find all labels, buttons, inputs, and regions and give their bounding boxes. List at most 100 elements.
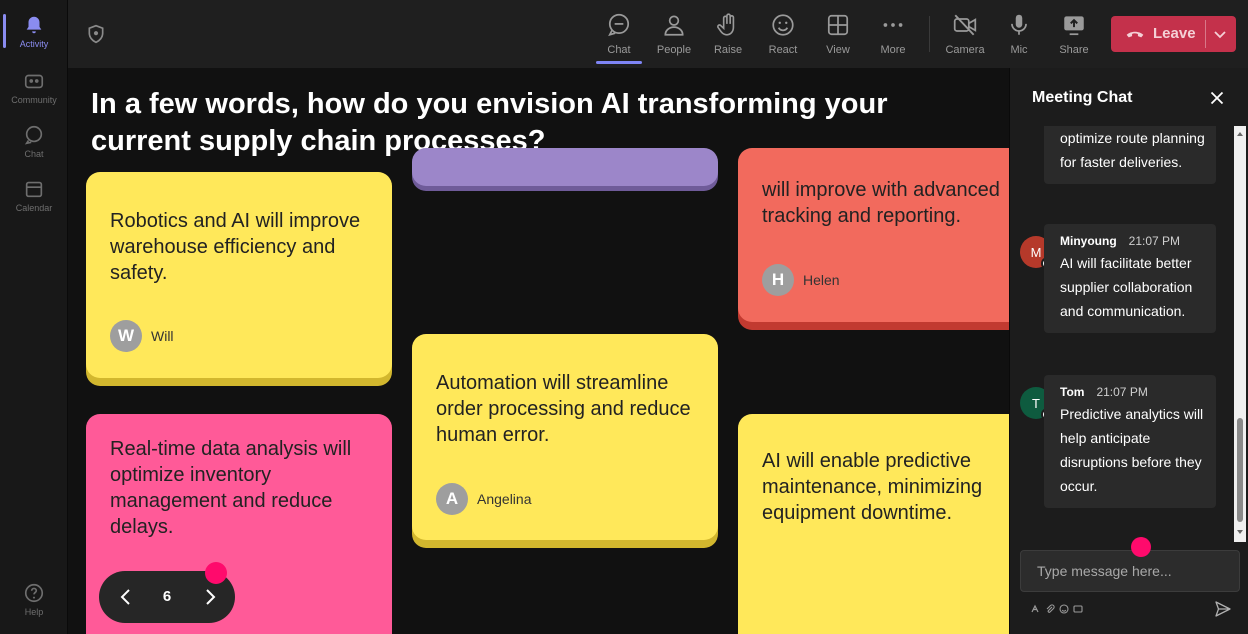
mic-button-label: Mic [1010, 44, 1028, 56]
phone-hangup-icon [1126, 31, 1144, 38]
message-time: 21:07 PM [1096, 385, 1148, 399]
rail-item-label: Help [24, 607, 44, 617]
attach-icon[interactable] [1045, 604, 1055, 614]
chat-button[interactable]: Chat [593, 10, 645, 64]
shield-icon[interactable] [86, 24, 106, 44]
hand-icon [717, 13, 735, 36]
note-author: H Helen [762, 264, 840, 296]
share-button[interactable]: Share [1048, 10, 1100, 64]
pointer-marker [1131, 537, 1151, 557]
sticky-note[interactable]: Automation will streamline order process… [412, 334, 718, 540]
note-text: Real-time data analysis will optimize in… [110, 438, 352, 538]
chat-message: Minyoung 21:07 PM AI will facilitate bett… [1044, 224, 1216, 333]
leave-divider [1205, 20, 1206, 48]
mic-button[interactable]: Mic [993, 10, 1045, 64]
note-author: A Angelina [436, 483, 532, 515]
chat-message-list[interactable]: optimize route planning for faster deliv… [1010, 126, 1234, 596]
emoji-icon[interactable] [1059, 604, 1069, 614]
community-icon [24, 74, 44, 89]
close-icon[interactable] [1209, 90, 1225, 106]
scroll-down-icon[interactable] [1236, 528, 1244, 536]
chevron-right-icon[interactable] [199, 586, 221, 608]
people-icon [664, 15, 684, 36]
camera-off-icon [953, 14, 977, 36]
note-author: W Will [110, 320, 174, 352]
help-icon [24, 583, 44, 603]
toolbar-divider [929, 16, 930, 52]
people-button-label: People [656, 44, 692, 56]
message-meta: Tom 21:07 PM [1060, 384, 1206, 400]
view-button-label: View [826, 44, 850, 56]
leave-button-label: Leave [1153, 25, 1196, 42]
bell-icon [26, 16, 42, 34]
share-button-label: Share [1059, 44, 1089, 56]
author-name: Will [151, 328, 174, 344]
chat-button-label: Chat [607, 44, 631, 56]
note-text: Automation will streamline order process… [436, 372, 691, 446]
chat-composer [1020, 550, 1240, 592]
leave-button[interactable]: Leave [1111, 16, 1236, 52]
sticky-note[interactable] [412, 148, 718, 186]
app-rail: Activity Community Chat Calendar Help [0, 0, 68, 634]
react-button[interactable]: React [757, 10, 809, 64]
message-input[interactable] [1021, 551, 1239, 591]
view-button[interactable]: View [812, 10, 864, 64]
raise-hand-button[interactable]: Raise [702, 10, 754, 64]
avatar: H [762, 264, 794, 296]
grid-icon [827, 14, 849, 36]
message-text: optimize route planning for faster deliv… [1060, 130, 1205, 170]
chat-scrollbar[interactable] [1234, 126, 1246, 542]
page-number: 6 [162, 588, 172, 605]
rail-item-help[interactable]: Help [0, 574, 68, 626]
message-author: Tom [1060, 385, 1085, 399]
message-author: Minyoung [1060, 234, 1117, 248]
sticky-note[interactable]: AI will enable predictive maintenance, m… [738, 414, 1009, 634]
chat-icon [608, 13, 630, 37]
whiteboard-stage: In a few words, how do you envision AI t… [68, 68, 1009, 634]
rail-item-label: Community [11, 95, 57, 105]
react-button-label: React [768, 44, 798, 56]
rail-item-activity[interactable]: Activity [0, 6, 68, 58]
note-text: AI will enable predictive maintenance, m… [762, 450, 983, 524]
more-button-label: More [880, 44, 906, 56]
message-text: Predictive analytics will help anticipat… [1060, 406, 1204, 494]
author-name: Helen [803, 272, 840, 288]
message-time: 21:07 PM [1128, 234, 1181, 248]
smiley-icon [772, 14, 794, 36]
note-text: will improve with advanced tracking and … [762, 179, 1000, 227]
message-text: AI will facilitate better supplier colla… [1060, 255, 1193, 319]
more-icon [883, 23, 903, 27]
chat-message: Tom 21:07 PM Predictive analytics will he… [1044, 375, 1216, 508]
send-icon[interactable] [1214, 600, 1232, 618]
note-text: Robotics and AI will improve warehouse e… [110, 210, 361, 284]
chevron-down-icon[interactable] [1212, 27, 1228, 41]
gif-icon[interactable] [1073, 604, 1083, 614]
chat-title: Meeting Chat [1032, 89, 1133, 106]
raise-hand-label: Raise [713, 44, 743, 56]
chat-icon [24, 125, 43, 145]
sticky-note[interactable]: will improve with advanced tracking and … [738, 148, 1009, 322]
chevron-left-icon[interactable] [115, 586, 137, 608]
meeting-toolbar: Chat People Raise React View More Camera… [68, 0, 1248, 68]
sticky-note[interactable]: Robotics and AI will improve warehouse e… [86, 172, 392, 378]
mic-icon [1011, 14, 1027, 35]
rail-item-calendar[interactable]: Calendar [0, 170, 68, 222]
camera-button[interactable]: Camera [939, 10, 991, 64]
meeting-chat-panel: Meeting Chat optimize route planning for… [1009, 68, 1248, 634]
calendar-icon [25, 181, 43, 198]
camera-button-label: Camera [945, 44, 985, 56]
message-meta: Minyoung 21:07 PM [1060, 233, 1206, 249]
rail-item-label: Chat [24, 149, 44, 159]
share-screen-icon [1064, 16, 1084, 36]
scroll-up-icon[interactable] [1236, 130, 1244, 138]
rail-item-label: Calendar [15, 203, 53, 213]
rail-item-label: Activity [19, 39, 49, 49]
avatar: W [110, 320, 142, 352]
scrollbar-thumb[interactable] [1237, 418, 1243, 522]
format-icon[interactable] [1030, 604, 1040, 614]
chat-message: optimize route planning for faster deliv… [1044, 126, 1216, 184]
rail-item-community[interactable]: Community [0, 62, 68, 114]
people-button[interactable]: People [648, 10, 700, 64]
rail-item-chat[interactable]: Chat [0, 116, 68, 168]
more-button[interactable]: More [867, 10, 919, 64]
